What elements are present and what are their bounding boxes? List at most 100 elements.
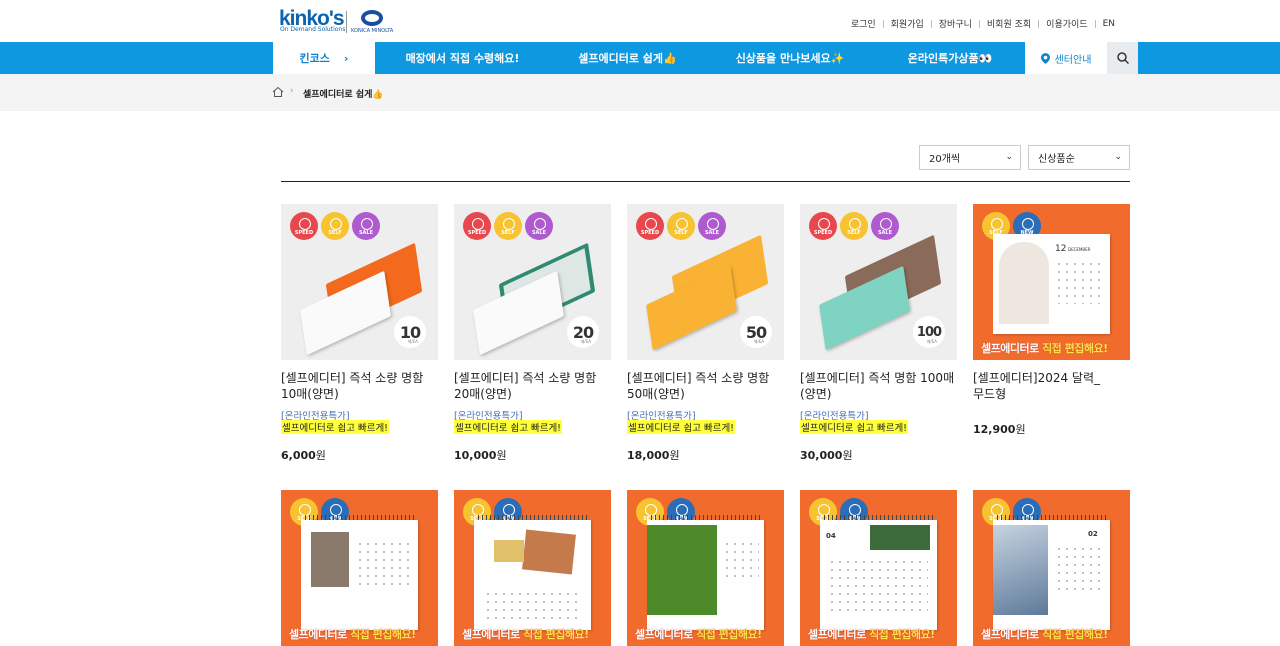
product-thumbnail[interactable]: SELF NEW 02 셀프에디터로 직접 편집해요! xyxy=(973,490,1130,646)
product-thumbnail[interactable]: SELF NEW 04 셀프에디터로 직접 편집해요! xyxy=(800,490,957,646)
banner-prefix: 셀프에디터로 xyxy=(462,628,524,641)
guide-link[interactable]: 이용가이드 xyxy=(1039,17,1094,30)
product-thumbnail[interactable]: SPEED SELF SALE 50 매/EA xyxy=(627,204,784,360)
language-en-link[interactable]: EN xyxy=(1096,19,1122,29)
banner-prefix: 셀프에디터로 xyxy=(981,342,1043,355)
calendar-photo xyxy=(993,525,1048,615)
calendar-grid xyxy=(484,590,579,620)
banner-emphasis: 직접 편집해요! xyxy=(350,628,416,641)
speed-badge-icon: SPEED xyxy=(809,212,837,240)
product-thumbnail[interactable]: SELF NEW 셀프에디터로 직접 편집해요! xyxy=(281,490,438,646)
sort-select[interactable]: 신상품순 ⌄ xyxy=(1028,145,1130,170)
banner-prefix: 셀프에디터로 xyxy=(808,628,870,641)
product-price: 30,000원 xyxy=(800,447,853,463)
speed-badge-icon: SPEED xyxy=(636,212,664,240)
search-button[interactable] xyxy=(1107,42,1138,74)
price-value: 6,000 xyxy=(281,449,316,462)
price-value: 10,000 xyxy=(454,449,497,462)
calendar-image: 02 xyxy=(993,520,1110,630)
chevron-right-icon: › xyxy=(343,51,349,65)
product-highlight: 셀프에디터로 쉽고 빠르게! xyxy=(800,420,908,434)
self-edit-banner: 셀프에디터로 직접 편집해요! xyxy=(808,626,935,642)
calendar-image: 12 DECEMBER xyxy=(993,234,1110,334)
product-highlight: 셀프에디터로 쉽고 빠르게! xyxy=(454,420,562,434)
sale-badge-icon: SALE xyxy=(871,212,899,240)
speed-badge-icon: SPEED xyxy=(290,212,318,240)
product-title[interactable]: [셀프에디터] 즉석 명함 100매(양면) xyxy=(800,370,957,402)
banner-prefix: 셀프에디터로 xyxy=(635,628,697,641)
center-info-button[interactable]: 센터안내 xyxy=(1025,42,1107,74)
guest-order-link[interactable]: 비회원 조회 xyxy=(980,17,1038,30)
banner-emphasis: 직접 편집해요! xyxy=(1042,342,1108,355)
product-thumbnail[interactable]: SPEED SELF SALE 20 매/EA xyxy=(454,204,611,360)
login-link[interactable]: 로그인 xyxy=(844,17,883,30)
product-thumbnail[interactable]: SELF NEW 셀프에디터로 직접 편집해요! xyxy=(454,490,611,646)
speed-badge-icon: SPEED xyxy=(463,212,491,240)
calendar-grid xyxy=(1055,260,1105,304)
quantity-unit: 매/EA xyxy=(407,339,418,344)
price-unit: 원 xyxy=(1015,423,1026,436)
nav-item-new-products[interactable]: 신상품을 만나보세요✨ xyxy=(705,42,875,74)
price-unit: 원 xyxy=(496,449,507,462)
divider xyxy=(281,181,1130,182)
top-bar: kinko's On Demand Solutions KONICA MINOL… xyxy=(0,0,1280,42)
product-thumbnail[interactable]: SPEED SELF SALE 10 매/EA xyxy=(281,204,438,360)
self-badge-icon: SELF xyxy=(321,212,349,240)
product-thumbnail[interactable]: SELF NEW 12 DECEMBER 셀프에디터로 직접 편집해요! xyxy=(973,204,1130,360)
self-badge-icon: SELF xyxy=(494,212,522,240)
page-size-value: 20개씩 xyxy=(929,154,961,165)
product-price: 18,000원 xyxy=(627,447,680,463)
kinkos-logo[interactable]: kinko's On Demand Solutions KONICA MINOL… xyxy=(279,7,394,35)
quantity-unit: 매/EA xyxy=(926,339,937,344)
sale-badge-icon: SALE xyxy=(352,212,380,240)
product-thumbnail[interactable]: SELF NEW 셀프에디터로 직접 편집해요! xyxy=(627,490,784,646)
signup-link[interactable]: 회원가입 xyxy=(884,17,931,30)
self-edit-banner: 셀프에디터로 직접 편집해요! xyxy=(635,626,762,642)
konica-minolta-icon xyxy=(361,10,383,26)
home-icon[interactable] xyxy=(272,86,284,98)
price-unit: 원 xyxy=(842,449,853,462)
center-info-label: 센터안내 xyxy=(1054,54,1092,66)
calendar-photo xyxy=(647,525,717,615)
product-highlight: 셀프에디터로 쉽고 빠르게! xyxy=(627,420,735,434)
sale-badge-icon: SALE xyxy=(525,212,553,240)
product-title[interactable]: [셀프에디터] 즉석 소량 명함 10매(양면) xyxy=(281,370,438,402)
calendar-grid xyxy=(356,540,411,590)
banner-emphasis: 직접 편집해요! xyxy=(1042,628,1108,641)
calendar-photo xyxy=(311,532,349,587)
nav-item-pickup[interactable]: 매장에서 직접 수령해요! xyxy=(380,42,545,74)
logo-subtitle: On Demand Solutions xyxy=(280,26,346,33)
calendar-image xyxy=(647,520,764,630)
price-value: 18,000 xyxy=(627,449,670,462)
banner-emphasis: 직접 편집해요! xyxy=(869,628,935,641)
calendar-image xyxy=(474,520,591,630)
nav-item-online-specials[interactable]: 온라인특가상품👀 xyxy=(875,42,1025,74)
nav-kinkos-dropdown[interactable]: 킨코스 › xyxy=(273,42,375,74)
quantity-unit: 매/EA xyxy=(580,339,591,344)
product-title[interactable]: [셀프에디터] 즉석 소량 명함 20매(양면) xyxy=(454,370,611,402)
breadcrumb-separator-icon: › xyxy=(290,86,294,96)
calendar-month-name: DECEMBER xyxy=(1068,247,1091,252)
location-pin-icon xyxy=(1040,52,1050,64)
product-title[interactable]: [셀프에디터]2024 달력_무드형 xyxy=(973,370,1130,402)
nav-item-self-editor[interactable]: 셀프에디터로 쉽게👍 xyxy=(545,42,710,74)
calendar-month: 12 xyxy=(1055,244,1067,254)
product-thumbnail[interactable]: SPEED SELF SALE 100 매/EA xyxy=(800,204,957,360)
chevron-down-icon: ⌄ xyxy=(1005,152,1013,162)
product-highlight: 셀프에디터로 쉽고 빠르게! xyxy=(281,420,389,434)
product-title[interactable]: [셀프에디터] 즉석 소량 명함 50매(양면) xyxy=(627,370,784,402)
price-value: 30,000 xyxy=(800,449,843,462)
search-icon xyxy=(1116,52,1129,64)
calendar-grid xyxy=(1055,545,1105,590)
product-price: 6,000원 xyxy=(281,447,326,463)
banner-prefix: 셀프에디터로 xyxy=(289,628,351,641)
price-unit: 원 xyxy=(315,449,326,462)
calendar-photo xyxy=(494,540,524,562)
banner-prefix: 셀프에디터로 xyxy=(981,628,1043,641)
product-price: 12,900원 xyxy=(973,421,1026,437)
page-size-select[interactable]: 20개씩 ⌄ xyxy=(919,145,1021,170)
banner-emphasis: 직접 편집해요! xyxy=(523,628,589,641)
calendar-photo xyxy=(999,242,1049,324)
self-edit-banner: 셀프에디터로 직접 편집해요! xyxy=(981,626,1108,642)
cart-link[interactable]: 장바구니 xyxy=(932,17,979,30)
